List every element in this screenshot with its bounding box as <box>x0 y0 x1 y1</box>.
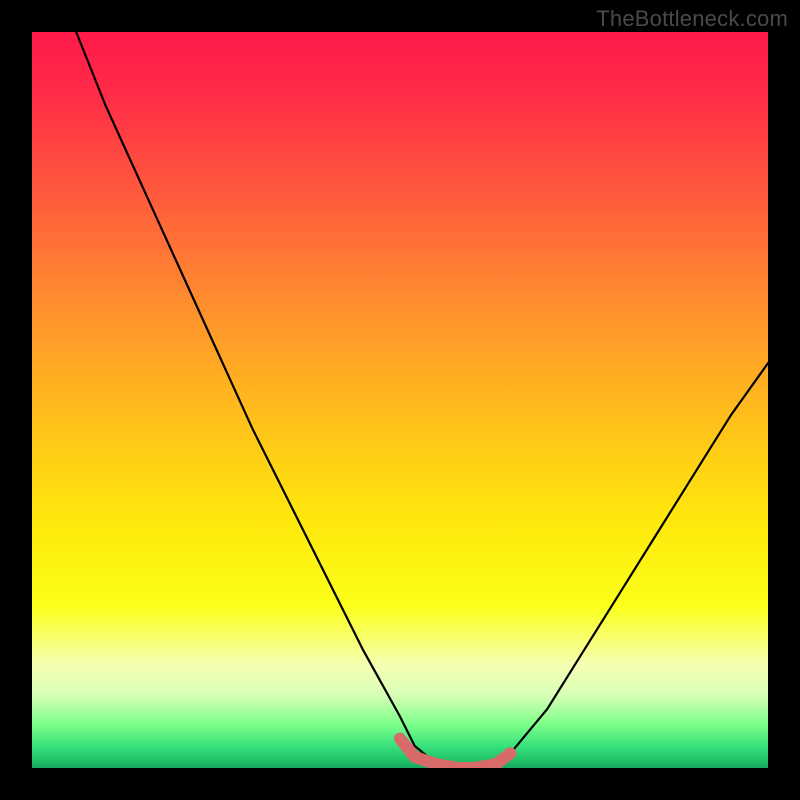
curve-layer <box>32 32 768 768</box>
bottleneck-curve-line <box>76 32 768 768</box>
highlight-segment <box>400 739 510 768</box>
watermark-text: TheBottleneck.com <box>596 6 788 32</box>
chart-frame: TheBottleneck.com <box>0 0 800 800</box>
plot-area <box>32 32 768 768</box>
